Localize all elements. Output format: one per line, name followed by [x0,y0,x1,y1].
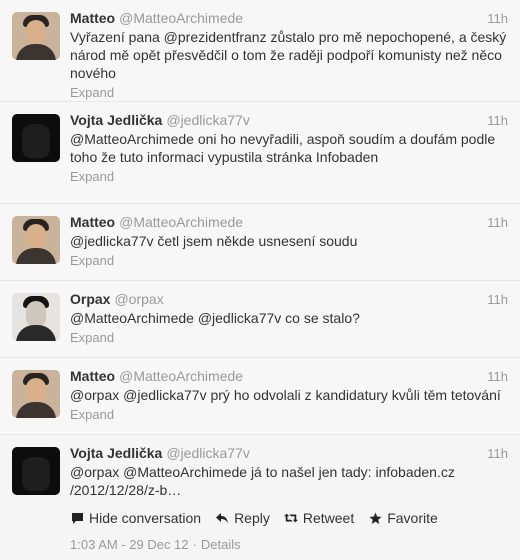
conversation-timeline: Matteo @MatteoArchimede 11h Vyřazení pana… [0,0,520,560]
tweet-text-line: @orpax @MatteoArchimede já to našel jen … [70,464,455,480]
retweet-button[interactable]: Retweet [283,509,355,527]
tweet-timestamp[interactable]: 11h [487,369,508,384]
details-link[interactable]: Details [201,537,241,552]
full-timestamp: 1:03 AM - 29 Dec 12 [70,537,189,552]
tweet-username[interactable]: @jedlicka77v [166,112,249,128]
retweet-label: Retweet [302,510,355,526]
tweet[interactable]: Orpax @orpax 11h @MatteoArchimede @jedlic… [0,281,520,358]
tweet[interactable]: Matteo @MatteoArchimede 11h @jedlicka77v … [0,204,520,281]
meta-separator: · [192,537,197,552]
reply-button[interactable]: Reply [215,509,270,527]
retweet-icon [283,511,298,525]
tweet-username[interactable]: @orpax [114,291,163,307]
tweet-fullname[interactable]: Matteo [70,10,115,26]
tweet-text: @jedlicka77v četl jsem někde usnesení so… [70,233,358,249]
tweet-link[interactable]: /2012/12/28/z-b… [70,481,510,499]
avatar[interactable] [12,12,60,60]
tweet-text: @orpax @MatteoArchimede já to našel jen … [70,463,510,499]
tweet-username[interactable]: @MatteoArchimede [119,368,243,384]
reply-label: Reply [234,510,270,526]
tweet-timestamp[interactable]: 11h [487,446,508,461]
tweet-text: @MatteoArchimede oni ho nevyřadili, aspo… [70,131,496,165]
hide-conversation-button[interactable]: Hide conversation [70,509,201,527]
tweet-fullname[interactable]: Matteo [70,368,115,384]
favorite-label: Favorite [387,510,438,526]
speech-bubble-icon [70,511,84,525]
tweet-text: Vyřazení pana @prezidentfranz zůstalo pr… [70,29,507,81]
tweet-meta: 1:03 AM - 29 Dec 12 · Details [70,537,241,553]
tweet-timestamp[interactable]: 11h [487,215,508,230]
favorite-button[interactable]: Favorite [368,509,438,527]
avatar[interactable] [12,370,60,418]
avatar[interactable] [12,447,60,495]
tweet-fullname[interactable]: Orpax [70,291,110,307]
tweet-timestamp[interactable]: 11h [487,292,508,307]
tweet-timestamp[interactable]: 11h [487,11,508,26]
hide-conversation-label: Hide conversation [89,510,202,526]
tweet[interactable]: Vojta Jedlička @jedlicka77v 11h @MatteoAr… [0,102,520,204]
tweet[interactable]: Matteo @MatteoArchimede 11h @orpax @jedli… [0,358,520,435]
tweet-username[interactable]: @MatteoArchimede [119,10,243,26]
avatar[interactable] [12,293,60,341]
tweet[interactable]: Matteo @MatteoArchimede 11h Vyřazení pana… [0,0,520,102]
expand-link[interactable]: Expand [70,84,510,102]
avatar[interactable] [12,114,60,162]
reply-arrow-icon [215,511,229,525]
tweet-username[interactable]: @jedlicka77v [166,445,249,461]
expand-link[interactable]: Expand [70,168,510,186]
tweet-text: @orpax @jedlicka77v prý ho odvolali z ka… [70,387,501,403]
tweet-fullname[interactable]: Vojta Jedlička [70,445,162,461]
avatar[interactable] [12,216,60,264]
tweet-fullname[interactable]: Vojta Jedlička [70,112,162,128]
tweet-timestamp[interactable]: 11h [487,113,508,128]
tweet-username[interactable]: @MatteoArchimede [119,214,243,230]
tweet-actions: Hide conversation Reply Retweet Favorite [70,509,510,527]
tweet-fullname[interactable]: Matteo [70,214,115,230]
star-icon [368,511,382,525]
expand-link[interactable]: Expand [70,329,510,347]
expand-link[interactable]: Expand [70,252,510,270]
expand-link[interactable]: Expand [70,406,510,424]
tweet-text: @MatteoArchimede @jedlicka77v co se stal… [70,310,360,326]
